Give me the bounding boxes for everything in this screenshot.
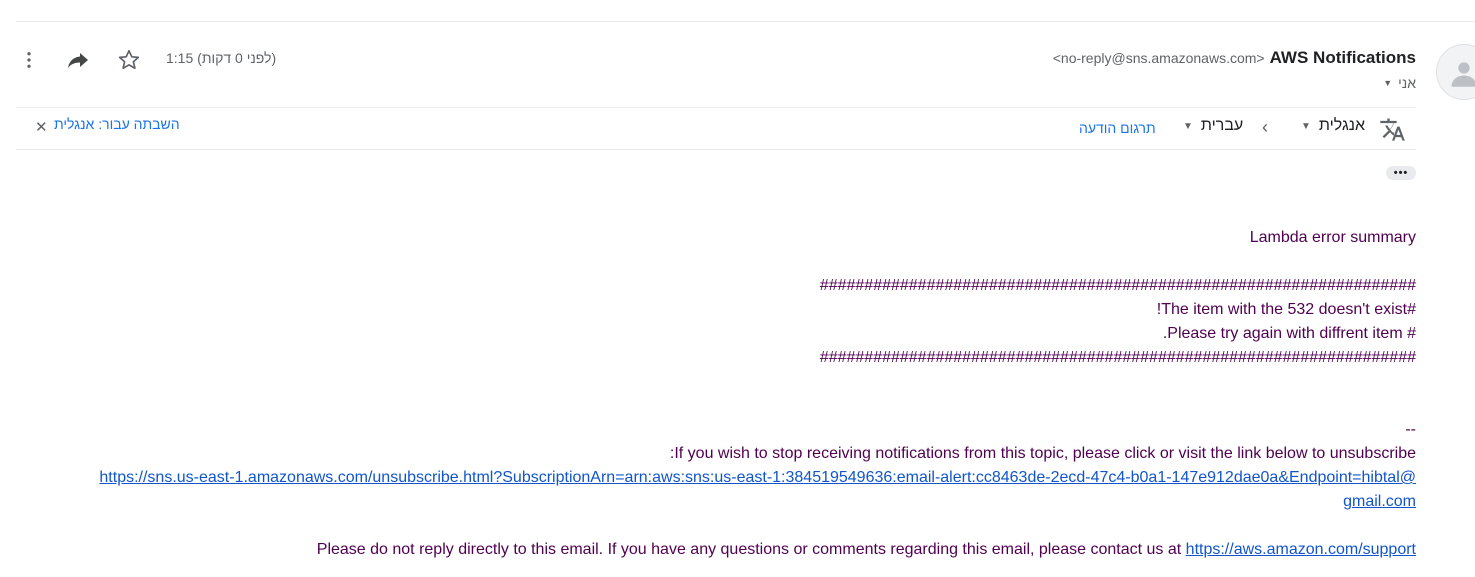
chevron-left-icon: ‹ [1262, 117, 1268, 137]
signature-dashes: -- [1405, 421, 1416, 438]
chevron-down-icon: ▼ [1301, 120, 1311, 132]
source-language-label: אנגלית [1318, 117, 1365, 134]
top-divider [16, 21, 1475, 22]
forward-button[interactable] [63, 45, 93, 75]
disable-translation-link[interactable]: השבתה עבור: אנגלית [54, 116, 180, 132]
more-options-button[interactable] [14, 45, 44, 75]
unsubscribe-text: If you wish to stop receiving notificati… [669, 445, 1416, 462]
translate-icon [1378, 115, 1406, 143]
close-icon[interactable]: ✕ [35, 118, 48, 136]
sender-name[interactable]: AWS Notifications [1270, 48, 1416, 67]
source-language-dropdown[interactable]: ▼ אנגלית [1301, 117, 1365, 135]
contact-line: Please do not reply directly to this ema… [317, 541, 1416, 559]
contact-text: Please do not reply directly to this ema… [316, 541, 1182, 558]
recipient-dropdown[interactable]: ▼ אני [1383, 75, 1416, 91]
star-icon [118, 49, 140, 70]
star-button[interactable] [114, 45, 144, 75]
target-language-dropdown[interactable]: ▼ עברית [1183, 117, 1243, 135]
chevron-down-icon: ▼ [1383, 78, 1393, 88]
forward-icon [68, 53, 88, 68]
hash-divider-bottom: ########################################… [819, 349, 1416, 366]
timestamp: 1:15 (לפני 0 דקות) [166, 50, 277, 66]
header-divider [16, 107, 1416, 108]
unsubscribe-link[interactable]: https://sns.us-east-1.amazonaws.com/unsu… [99, 469, 1416, 487]
target-language-label: עברית [1200, 117, 1244, 134]
message-line-2: # Please try again with diffrent item. [1162, 325, 1416, 342]
ellipsis-icon: ••• [1393, 167, 1409, 179]
person-icon [1451, 62, 1475, 87]
show-trimmed-content-button[interactable]: ••• [1386, 166, 1416, 180]
message-title: Lambda error summary [1249, 229, 1416, 246]
sender-info: <no-reply@sns.amazonaws.com> AWS Notifica… [1053, 48, 1416, 68]
hash-divider-top: ########################################… [819, 277, 1416, 294]
recipient-label: אני [1398, 75, 1416, 91]
sender-avatar[interactable] [1436, 44, 1475, 100]
support-link[interactable]: https://aws.amazon.com/support [1186, 541, 1416, 558]
more-vert-icon [27, 52, 31, 68]
translate-message-link[interactable]: תרגום הודעה [1079, 120, 1156, 136]
message-line-1: #The item with the 532 doesn't exist! [1156, 301, 1416, 318]
translation-divider [16, 149, 1416, 150]
chevron-down-icon: ▼ [1183, 120, 1193, 132]
sender-email: <no-reply@sns.amazonaws.com> [1052, 50, 1265, 66]
unsubscribe-link-continued[interactable]: gmail.com [1343, 493, 1416, 511]
